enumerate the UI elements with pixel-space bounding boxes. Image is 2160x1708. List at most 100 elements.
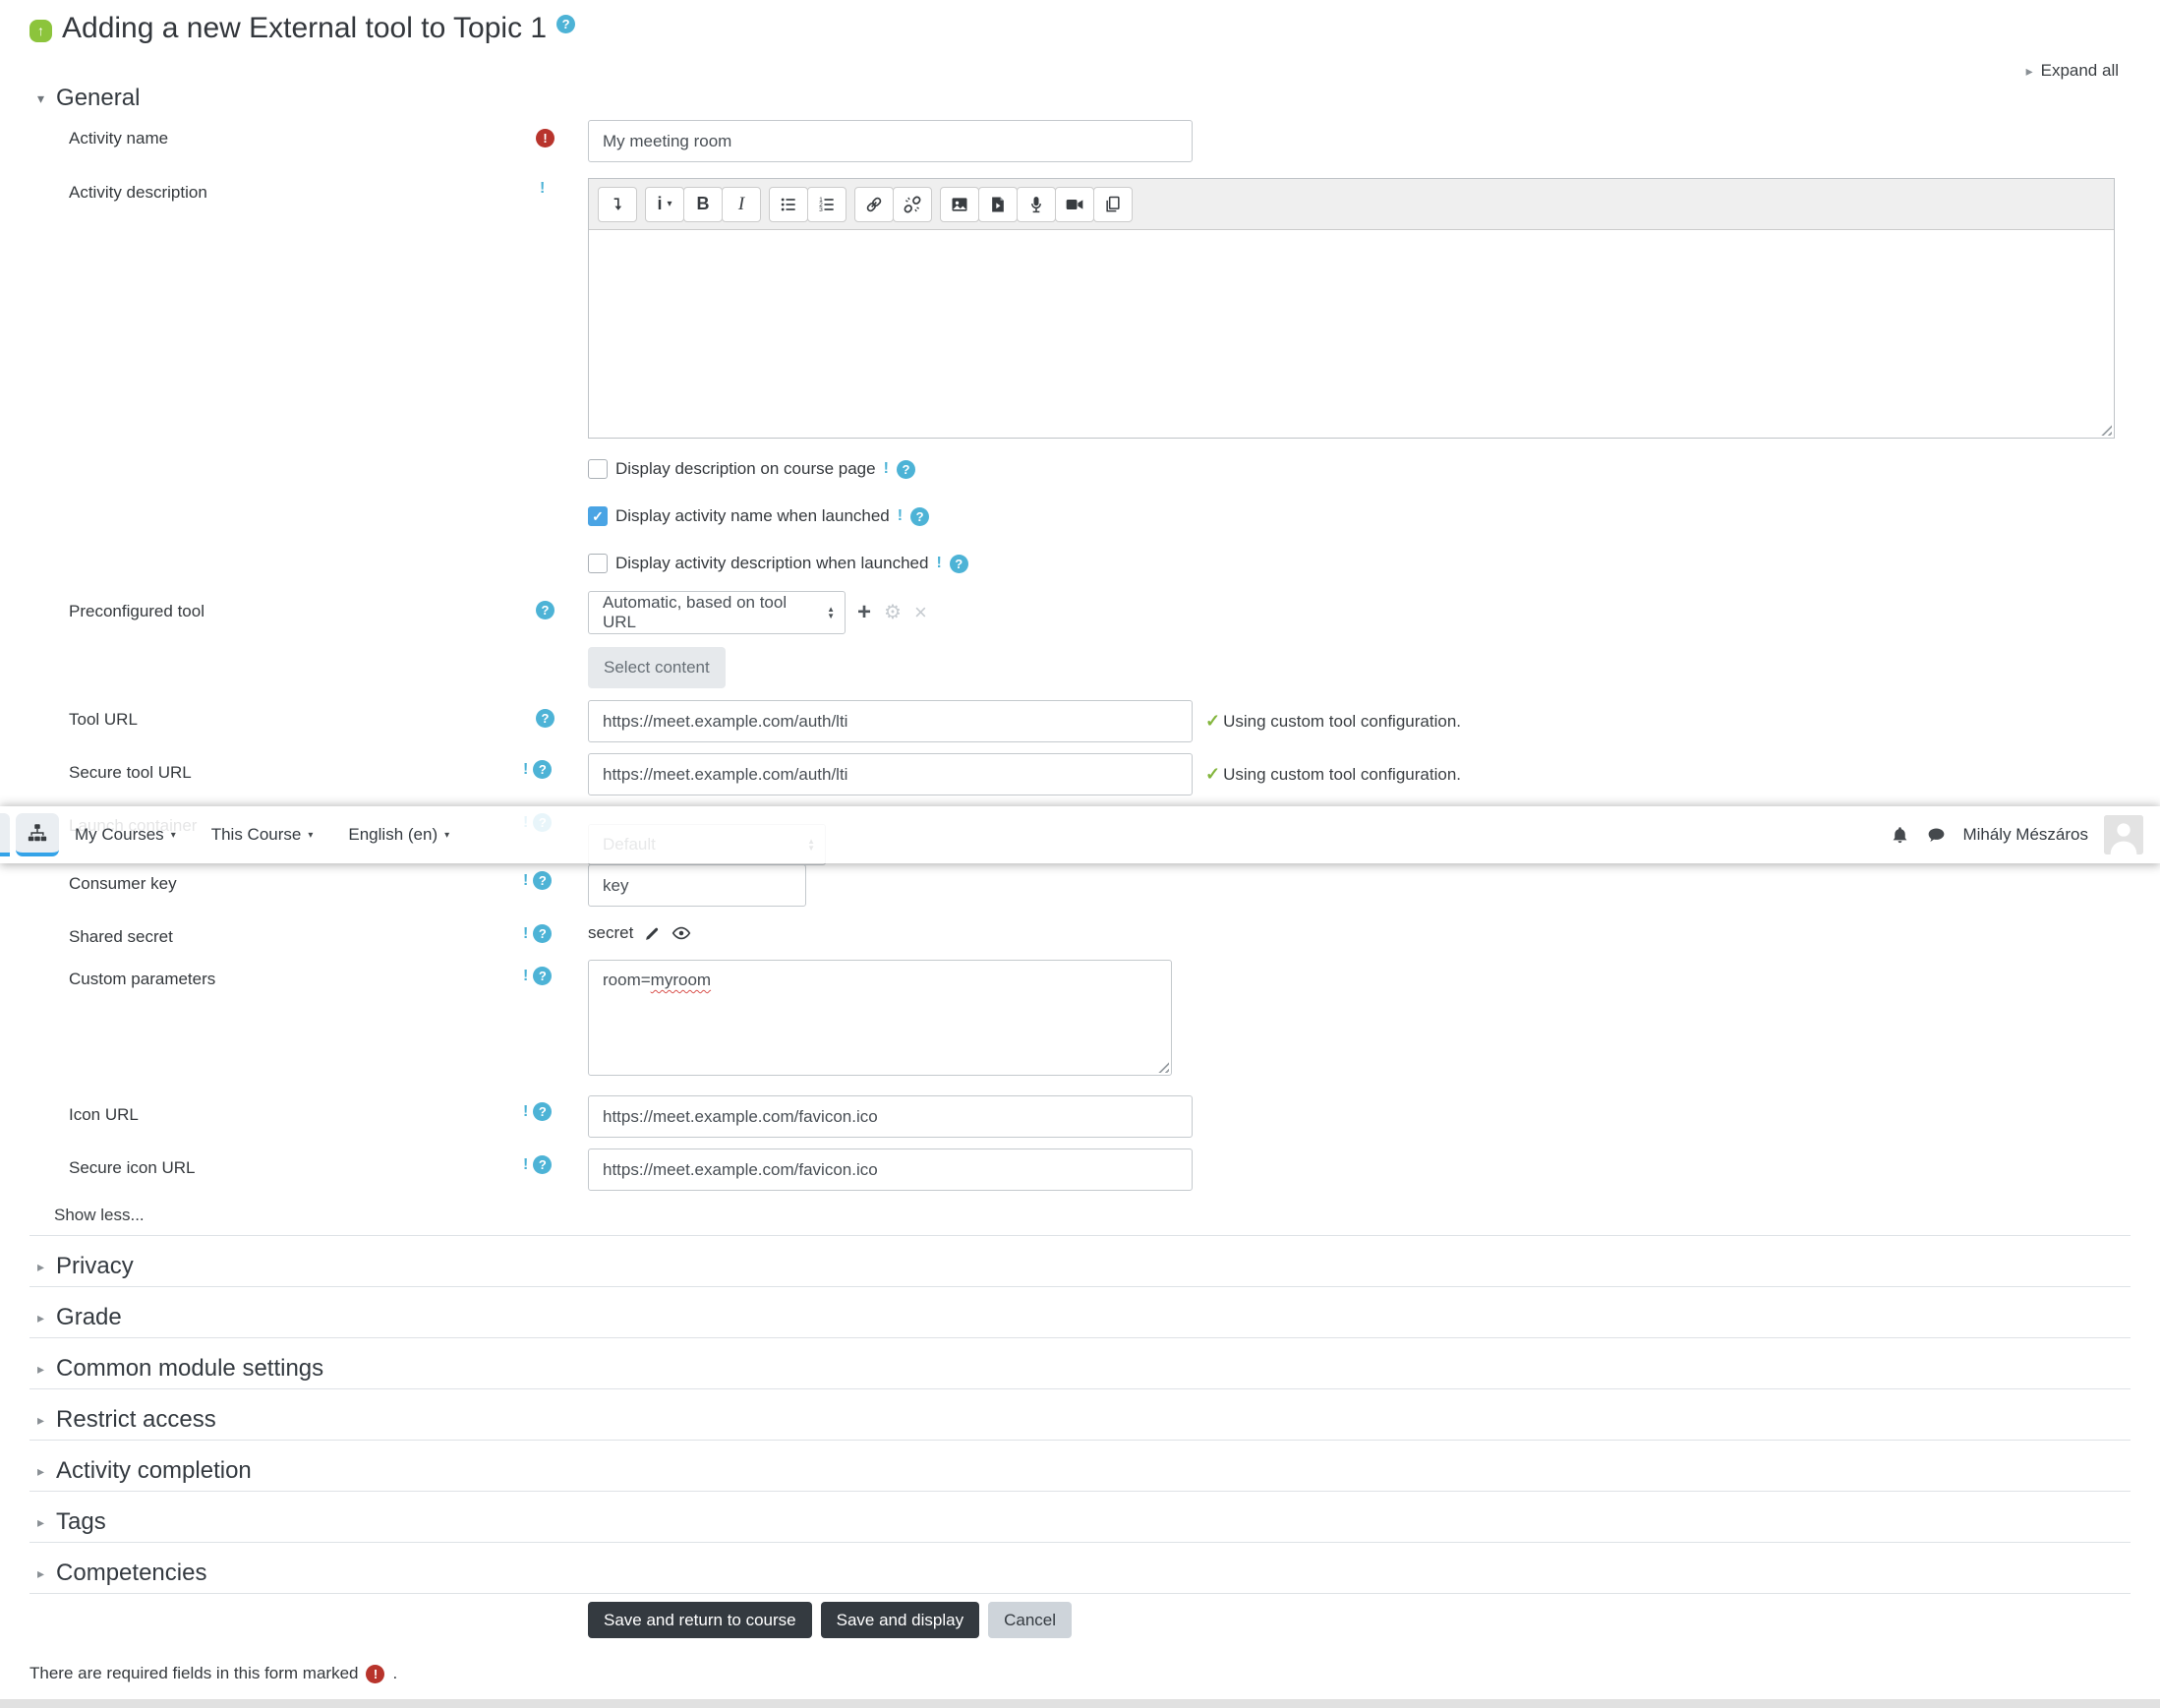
preconfigured-tool-select[interactable]: Automatic, based on tool URL ▲ ▼ — [588, 591, 846, 634]
section-activity-completion[interactable]: ▸ Activity completion — [29, 1440, 2131, 1491]
caret-down-icon: ▾ — [308, 829, 314, 841]
save-and-return-button[interactable]: Save and return to course — [588, 1602, 812, 1638]
help-icon[interactable]: ? — [910, 506, 930, 526]
help-icon[interactable]: ? — [896, 459, 915, 479]
display-description-label: Display description on course page — [615, 459, 876, 478]
help-icon[interactable]: ? — [533, 871, 553, 890]
display-activity-name-checkbox[interactable]: ✓ — [588, 506, 608, 526]
record-audio-button[interactable] — [1017, 186, 1056, 222]
help-icon[interactable]: ? — [556, 14, 576, 33]
custom-parameters-textarea[interactable]: room=myroom — [588, 960, 1172, 1076]
custom-parameters-prefix: room= — [603, 971, 651, 989]
caret-right-icon: ▸ — [2025, 62, 2033, 79]
nav-this-course-label: This Course — [210, 825, 302, 844]
cancel-button[interactable]: Cancel — [988, 1602, 1073, 1638]
caret-down-icon: ▾ — [667, 199, 672, 209]
required-fields-note: There are required fields in this form m… — [29, 1664, 397, 1683]
page: ↑ Adding a new External tool to Topic 1 … — [0, 0, 2160, 1708]
field-icons: ! ? — [523, 1102, 553, 1121]
record-video-button[interactable] — [1055, 186, 1094, 222]
activity-name-input[interactable] — [588, 120, 1193, 162]
nav-menus: My Courses ▾ This Course ▾ English (en) … — [75, 806, 449, 863]
conditional-icon: ! — [523, 924, 529, 942]
add-tool-icon[interactable]: + — [857, 601, 871, 624]
help-icon[interactable]: ? — [536, 709, 555, 728]
course-sections-button[interactable] — [16, 813, 59, 856]
section-competencies[interactable]: ▸ Competencies — [29, 1542, 2131, 1593]
resize-handle[interactable] — [2098, 422, 2112, 436]
unlink-button[interactable] — [893, 186, 932, 222]
field-icons: ! ? — [523, 967, 553, 985]
help-icon[interactable]: ? — [533, 760, 553, 779]
required-fields-text: There are required fields in this form m… — [29, 1664, 359, 1682]
required-icon: ! — [536, 129, 555, 147]
section-grade[interactable]: ▸ Grade — [29, 1286, 2131, 1337]
shared-secret-value-row: secret — [588, 923, 691, 943]
avatar[interactable] — [2104, 815, 2143, 854]
secure-icon-url-input[interactable] — [588, 1148, 1193, 1191]
nav-my-courses[interactable]: My Courses ▾ — [75, 825, 176, 845]
display-description-row: Display description on course page ! ? — [588, 459, 915, 479]
select-content-button[interactable]: Select content — [588, 647, 726, 688]
user-name[interactable]: Mihály Mészáros — [1962, 825, 2088, 845]
activity-name-label: Activity name — [69, 129, 169, 147]
caret-down-icon: ▾ — [444, 829, 450, 841]
nav-tab-partial[interactable] — [0, 813, 10, 856]
pencil-icon — [646, 927, 659, 940]
media-button[interactable] — [978, 186, 1018, 222]
nav-my-courses-label: My Courses — [75, 825, 164, 844]
bold-button[interactable]: B — [683, 186, 723, 222]
ordered-list-button[interactable]: 123 — [807, 186, 846, 222]
italic-button[interactable]: I — [722, 186, 761, 222]
paragraph-styles-button[interactable]: i ▾ — [645, 186, 684, 222]
notifications-button[interactable] — [1890, 825, 1910, 846]
help-icon[interactable]: ? — [536, 601, 555, 619]
help-icon[interactable]: ? — [533, 1155, 553, 1174]
activity-description-label: Activity description — [69, 183, 207, 202]
section-privacy[interactable]: ▸ Privacy — [29, 1235, 2131, 1286]
section-common-module-settings[interactable]: ▸ Common module settings — [29, 1337, 2131, 1388]
link-button[interactable] — [854, 186, 894, 222]
secure-tool-url-input[interactable] — [588, 753, 1193, 795]
show-less-link[interactable]: Show less... — [54, 1206, 145, 1225]
resize-handle[interactable] — [1155, 1059, 1169, 1073]
reveal-secret-button[interactable] — [671, 923, 691, 943]
page-header: ↑ Adding a new External tool to Topic 1 … — [29, 12, 576, 45]
unordered-list-button[interactable] — [769, 186, 808, 222]
section-tags[interactable]: ▸ Tags — [29, 1491, 2131, 1542]
section-general-header[interactable]: ▾ General — [37, 85, 140, 112]
section-restrict-access[interactable]: ▸ Restrict access — [29, 1388, 2131, 1440]
edit-secret-button[interactable] — [644, 925, 661, 942]
toolbar-collapse-button[interactable] — [598, 186, 637, 222]
caret-right-icon: ▸ — [37, 1513, 45, 1530]
secure-tool-url-status: ✓ Using custom tool configuration. — [1205, 753, 1461, 795]
form-actions: Save and return to course Save and displ… — [588, 1602, 1073, 1638]
tool-url-input[interactable] — [588, 700, 1193, 742]
tool-url-status-text: Using custom tool configuration. — [1223, 711, 1461, 731]
page-title: Adding a new External tool to Topic 1 — [62, 12, 548, 44]
display-activity-description-checkbox[interactable] — [588, 554, 608, 573]
unlink-icon — [904, 196, 921, 212]
display-description-checkbox[interactable] — [588, 459, 608, 479]
consumer-key-input[interactable] — [588, 864, 806, 907]
help-icon[interactable]: ? — [533, 967, 553, 985]
caret-right-icon: ▸ — [37, 1309, 45, 1325]
help-icon[interactable]: ? — [533, 924, 553, 943]
caret-down-icon: ▾ — [37, 89, 45, 106]
conditional-icon: ! — [897, 507, 904, 524]
help-icon[interactable]: ? — [533, 1102, 553, 1121]
messages-button[interactable] — [1926, 825, 1947, 846]
secure-icon-url-label: Secure icon URL — [69, 1158, 196, 1177]
image-button[interactable] — [940, 186, 979, 222]
help-icon[interactable]: ? — [949, 554, 968, 573]
section-privacy-label: Privacy — [56, 1253, 134, 1279]
save-and-display-button[interactable]: Save and display — [820, 1602, 980, 1638]
description-textarea[interactable] — [589, 230, 2114, 438]
nav-this-course[interactable]: This Course ▾ — [211, 825, 314, 845]
section-competencies-label: Competencies — [56, 1560, 207, 1586]
icon-url-input[interactable] — [588, 1095, 1193, 1138]
manage-files-button[interactable] — [1093, 186, 1133, 222]
expand-all-link[interactable]: ▸ Expand all — [2026, 61, 2119, 81]
collapse-arrow-icon — [613, 197, 622, 210]
nav-language[interactable]: English (en) ▾ — [348, 825, 449, 845]
